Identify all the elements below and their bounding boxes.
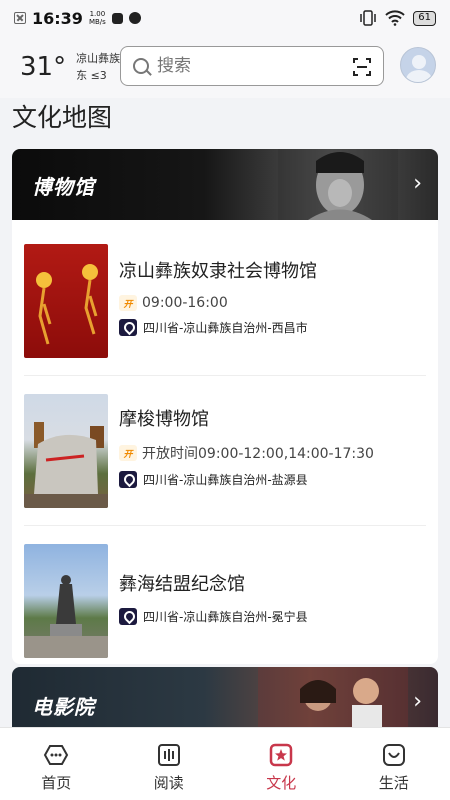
list-item[interactable]: 摩梭博物馆 开 开放时间09:00-12:00,14:00-17:30 四川省-… bbox=[24, 376, 426, 526]
network-speed: 1.00 MB/s bbox=[88, 10, 106, 26]
open-icon: 开 bbox=[119, 445, 137, 461]
wifi-icon bbox=[385, 10, 405, 26]
nav-life[interactable]: 生活 bbox=[338, 728, 450, 800]
notification-icon bbox=[14, 12, 26, 24]
museum-banner[interactable]: 博物馆 › bbox=[12, 149, 438, 220]
bottom-nav: 首页 阅读 文化 生活 bbox=[0, 727, 450, 800]
location-icon bbox=[119, 471, 137, 488]
nav-read[interactable]: 阅读 bbox=[113, 728, 226, 800]
open-icon: 开 bbox=[119, 295, 137, 311]
museum-thumbnail bbox=[24, 544, 108, 658]
status-time: 16:39 bbox=[32, 8, 83, 28]
museum-thumbnail bbox=[24, 243, 108, 358]
hours-text: 09:00-16:00 bbox=[142, 295, 228, 311]
battery-icon: 61 bbox=[413, 10, 436, 26]
status-bar: 16:39 1.00 MB/s 61 bbox=[0, 0, 450, 36]
hours-text: 开放时间09:00-12:00,14:00-17:30 bbox=[142, 446, 374, 462]
list-item[interactable]: 彝海结盟纪念馆 四川省-凉山彝族自治州-冕宁县 bbox=[24, 526, 426, 664]
museum-info: 摩梭博物馆 开 开放时间09:00-12:00,14:00-17:30 四川省-… bbox=[119, 405, 374, 496]
memorial-statue-image bbox=[24, 575, 108, 658]
museum-section-title: 博物馆 bbox=[32, 175, 95, 199]
app-notification-icon bbox=[111, 12, 123, 24]
nav-label: 首页 bbox=[41, 774, 72, 792]
address-text: 四川省-凉山彝族自治州-西昌市 bbox=[143, 321, 308, 335]
location-icon bbox=[119, 607, 137, 625]
book-icon bbox=[157, 744, 180, 766]
museum-info: 凉山彝族奴隶社会博物馆 开 09:00-16:00 四川省-凉山彝族自治州-西昌… bbox=[119, 257, 317, 344]
list-item[interactable]: 凉山彝族奴隶社会博物馆 开 09:00-16:00 四川省-凉山彝族自治州-西昌… bbox=[24, 226, 426, 376]
page-title: 文化地图 bbox=[12, 103, 113, 132]
museum-name: 凉山彝族奴隶社会博物馆 bbox=[119, 261, 317, 282]
scan-icon[interactable] bbox=[353, 58, 371, 76]
search-icon bbox=[133, 58, 149, 74]
lanterns-image bbox=[36, 263, 98, 344]
address: 四川省-凉山彝族自治州-冕宁县 bbox=[119, 607, 308, 625]
museum-name: 摩梭博物馆 bbox=[119, 409, 209, 430]
stone-monument-image bbox=[24, 421, 108, 508]
search-input[interactable] bbox=[157, 56, 327, 76]
address: 四川省-凉山彝族自治州-盐源县 bbox=[119, 471, 374, 488]
open-hours: 开 09:00-16:00 bbox=[119, 295, 317, 311]
chevron-right-icon[interactable]: › bbox=[413, 171, 422, 196]
nav-label: 生活 bbox=[378, 774, 409, 792]
search-bar[interactable] bbox=[120, 46, 384, 86]
vibrate-icon bbox=[360, 10, 377, 26]
museum-info: 彝海结盟纪念馆 四川省-凉山彝族自治州-冕宁县 bbox=[119, 570, 308, 633]
address-text: 四川省-凉山彝族自治州-盐源县 bbox=[143, 473, 308, 487]
museum-card: 博物馆 › 凉山彝族奴隶社会博物馆 开 09:00-16:00 四川省-凉山彝族… bbox=[12, 149, 438, 664]
address: 四川省-凉山彝族自治州-西昌市 bbox=[119, 319, 317, 336]
home-icon bbox=[44, 745, 69, 765]
museum-name: 彝海结盟纪念馆 bbox=[119, 573, 245, 595]
life-icon bbox=[382, 744, 405, 766]
movie-poster-image bbox=[258, 667, 408, 727]
nav-culture[interactable]: 文化 bbox=[225, 728, 338, 800]
museum-list: 凉山彝族奴隶社会博物馆 开 09:00-16:00 四川省-凉山彝族自治州-西昌… bbox=[12, 220, 438, 664]
museum-thumbnail bbox=[24, 393, 108, 508]
location-icon bbox=[119, 319, 137, 336]
cinema-card: 电影院 › bbox=[12, 667, 438, 727]
chevron-right-icon[interactable]: › bbox=[413, 689, 422, 714]
cinema-banner[interactable]: 电影院 › bbox=[12, 667, 438, 727]
nav-home[interactable]: 首页 bbox=[0, 728, 113, 800]
nav-label: 阅读 bbox=[153, 774, 184, 792]
header: 31° 凉山彝族自治州 东 ≤3 bbox=[0, 36, 450, 98]
culture-icon bbox=[270, 743, 293, 767]
address-text: 四川省-凉山彝族自治州-冕宁县 bbox=[143, 609, 308, 624]
open-hours: 开 开放时间09:00-12:00,14:00-17:30 bbox=[119, 443, 374, 463]
cinema-section-title: 电影院 bbox=[32, 695, 95, 719]
avatar[interactable] bbox=[400, 47, 436, 83]
statue-image bbox=[278, 149, 398, 220]
nav-label: 文化 bbox=[266, 774, 297, 792]
temperature: 31° bbox=[20, 52, 67, 82]
browser-notification-icon bbox=[128, 12, 141, 24]
